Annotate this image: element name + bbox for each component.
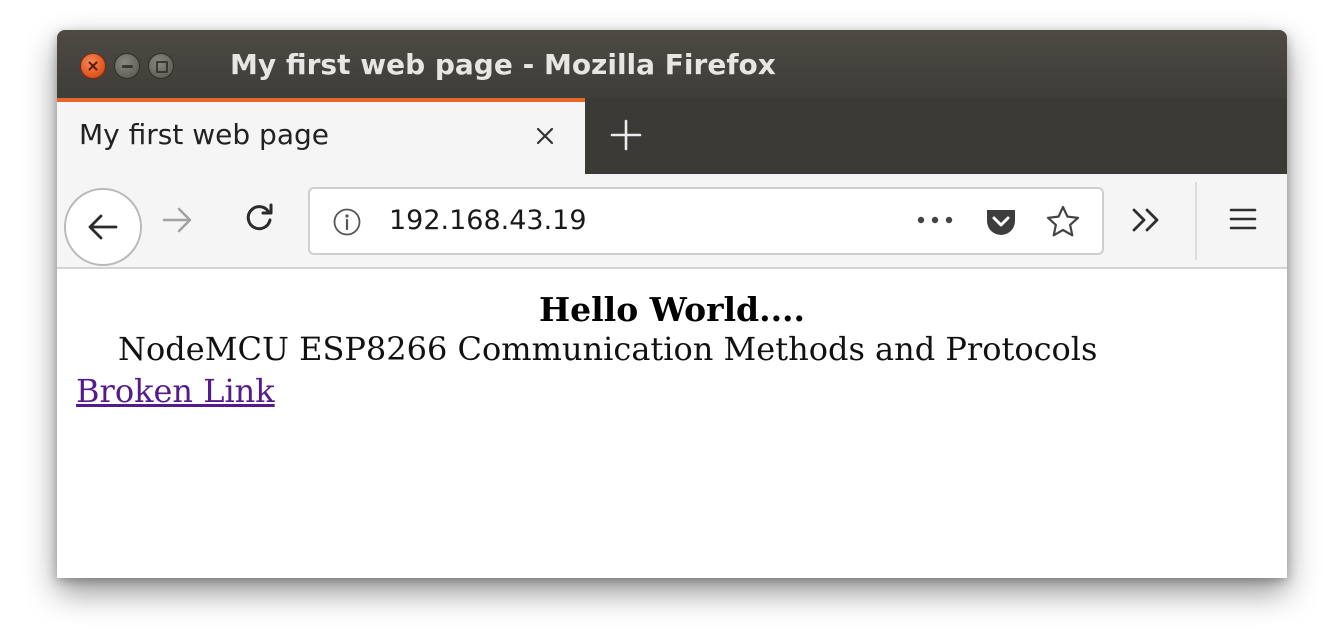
tab-strip: My first web page xyxy=(57,98,1287,174)
browser-window: My first web page - Mozilla Firefox My f… xyxy=(57,30,1287,578)
back-button[interactable] xyxy=(64,188,142,266)
window-title: My first web page - Mozilla Firefox xyxy=(230,48,776,81)
url-bar[interactable]: 192.168.43.19 xyxy=(308,187,1104,255)
maximize-window-button[interactable] xyxy=(148,53,174,79)
forward-arrow-icon[interactable] xyxy=(160,203,194,237)
tab-label: My first web page xyxy=(79,118,329,151)
back-arrow-icon xyxy=(88,214,118,240)
ellipsis-icon[interactable] xyxy=(916,215,954,225)
chevron-double-right-icon[interactable] xyxy=(1130,207,1162,233)
pocket-icon[interactable] xyxy=(984,206,1018,238)
page-heading: Hello World.... xyxy=(538,290,806,329)
info-icon[interactable] xyxy=(331,206,363,238)
star-icon[interactable] xyxy=(1045,204,1081,240)
toolbar-separator xyxy=(1195,182,1197,260)
desktop-background: My first web page - Mozilla Firefox My f… xyxy=(0,0,1333,630)
navigation-toolbar: 192.168.43.19 xyxy=(57,174,1287,269)
close-icon xyxy=(88,61,98,71)
broken-link[interactable]: Broken Link xyxy=(76,372,275,410)
title-bar: My first web page - Mozilla Firefox xyxy=(57,30,1287,98)
tab-close-icon[interactable] xyxy=(533,124,557,148)
hamburger-menu-icon[interactable] xyxy=(1228,206,1258,232)
page-content: Hello World.... NodeMCU ESP8266 Communic… xyxy=(57,269,1287,578)
reload-icon[interactable] xyxy=(242,201,276,235)
page-paragraph: NodeMCU ESP8266 Communication Methods an… xyxy=(118,330,1098,368)
tab-my-first-web-page[interactable]: My first web page xyxy=(57,98,585,174)
plus-icon[interactable] xyxy=(609,118,643,152)
url-text[interactable]: 192.168.43.19 xyxy=(389,205,587,236)
minimize-window-button[interactable] xyxy=(114,53,140,79)
close-window-button[interactable] xyxy=(80,53,106,79)
